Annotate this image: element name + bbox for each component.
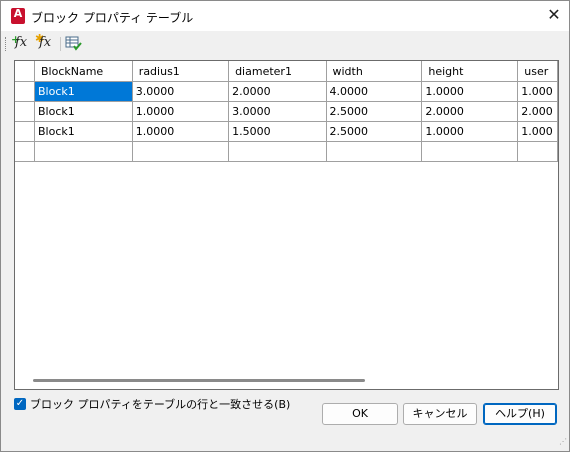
match-rows-checkbox[interactable]: ✓ [14,398,26,410]
table-cell[interactable]: 2.5000 [326,101,423,122]
add-property-button[interactable]: + fx [11,33,31,53]
table-cell[interactable]: 1.5000 [228,121,327,142]
table-check-icon [65,36,82,51]
table-cell[interactable]: 2.5000 [326,121,423,142]
table-cell[interactable]: 1.0000 [132,101,230,122]
table-row: Block1 3.0000 2.0000 4.0000 1.0000 1.000 [15,81,558,102]
title-bar: A ブロック プロパティ テーブル ✕ [1,1,569,31]
table-cell[interactable]: 1.000 [517,121,558,142]
function-icon: fx [15,35,28,50]
toolbar-grip [5,37,8,51]
column-header[interactable]: BlockName [34,61,133,82]
table-cell[interactable]: Block1 [34,121,133,142]
corner-cell [15,61,35,82]
table-cell[interactable] [421,141,519,162]
column-header[interactable]: height [421,61,519,82]
table-cell[interactable]: 2.0000 [228,81,327,102]
autocad-icon: A [11,7,25,24]
add-user-property-button[interactable]: ✱ fx [35,32,55,53]
table-cell[interactable]: 3.0000 [132,81,230,102]
toolbar: + fx ✱ fx [1,31,569,57]
table-row: Block1 1.0000 3.0000 2.5000 2.0000 2.000 [15,101,558,122]
close-button[interactable]: ✕ [539,1,569,31]
block-properties-table-dialog: A ブロック プロパティ テーブル ✕ + fx ✱ fx BlockName … [0,0,570,452]
column-header[interactable]: width [326,61,423,82]
table-row: Block1 1.0000 1.5000 2.5000 1.0000 1.000 [15,121,558,142]
table-cell[interactable]: 4.0000 [326,81,423,102]
table-cell[interactable]: 3.0000 [228,101,327,122]
function-icon: fx [39,35,52,50]
table-cell[interactable]: 2.0000 [421,101,519,122]
cancel-button[interactable]: キャンセル [403,403,477,425]
row-header[interactable] [15,101,35,122]
column-header[interactable]: radius1 [132,61,230,82]
property-table[interactable]: BlockName radius1 diameter1 width height… [14,60,559,390]
property-grid: BlockName radius1 diameter1 width height… [15,61,558,162]
app-icon-letter: A [13,7,23,20]
column-header[interactable]: user [517,61,558,82]
resize-grip-icon[interactable]: ⋰ [557,438,567,449]
row-header[interactable] [15,121,35,142]
row-header[interactable] [15,141,35,162]
column-header[interactable]: diameter1 [228,61,327,82]
table-cell-selected[interactable]: Block1 [34,81,133,102]
table-cell[interactable]: 1.0000 [132,121,230,142]
table-cell[interactable] [34,141,133,162]
table-cell[interactable] [326,141,423,162]
table-cell[interactable]: 1.0000 [421,121,519,142]
horizontal-scrollbar[interactable] [15,377,558,389]
table-cell[interactable]: Block1 [34,101,133,122]
toolbar-separator [60,37,61,51]
new-row [15,141,558,162]
audit-button[interactable] [65,35,85,53]
table-cell[interactable]: 1.0000 [421,81,519,102]
window-title: ブロック プロパティ テーブル [31,11,194,25]
match-rows-label[interactable]: ブロック プロパティをテーブルの行と一致させる(B) [30,396,290,412]
table-cell[interactable] [517,141,558,162]
scrollbar-thumb[interactable] [33,379,365,382]
help-button[interactable]: ヘルプ(H) [483,403,557,425]
table-cell[interactable] [132,141,230,162]
header-row: BlockName radius1 diameter1 width height… [15,61,558,82]
table-cell[interactable]: 2.000 [517,101,558,122]
row-header[interactable] [15,81,35,102]
table-cell[interactable] [228,141,327,162]
ok-button[interactable]: OK [322,403,398,425]
table-cell[interactable]: 1.000 [517,81,558,102]
